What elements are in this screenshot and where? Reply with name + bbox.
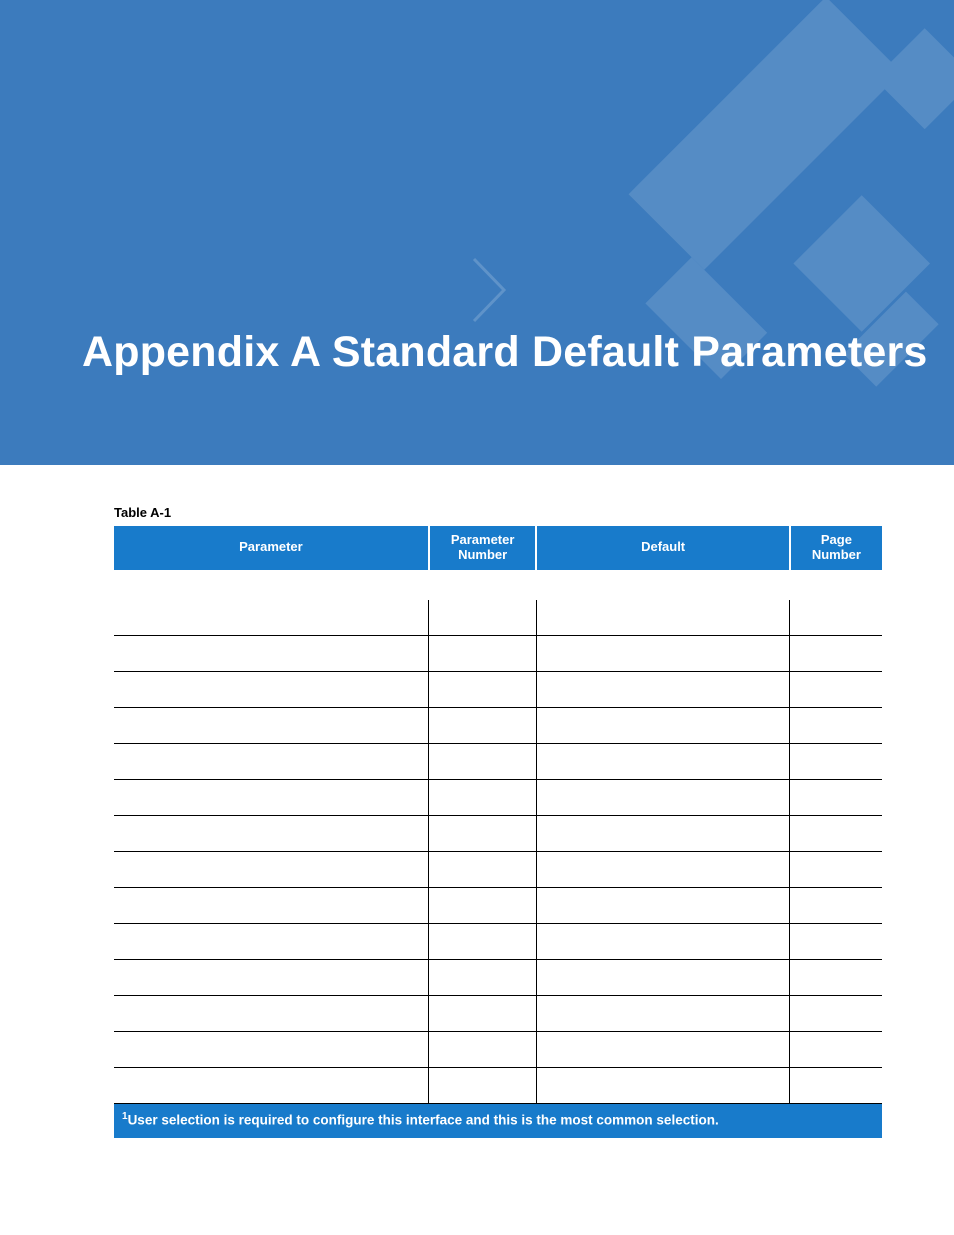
cell-default (536, 1068, 789, 1104)
cell-page (790, 744, 882, 780)
cell-number (429, 600, 537, 636)
col-header-page-number-l2: Number (812, 547, 861, 562)
cell-parameter (114, 672, 429, 708)
cell-number (429, 1068, 537, 1104)
cell-number (429, 672, 537, 708)
table-row (114, 924, 882, 960)
cell-parameter (114, 816, 429, 852)
cell-number (429, 780, 537, 816)
cell-parameter (114, 708, 429, 744)
cell-page (790, 600, 882, 636)
cell-page (790, 1032, 882, 1068)
cell-default (536, 600, 789, 636)
cell-default (536, 708, 789, 744)
cell-page (790, 672, 882, 708)
header-band: Appendix A Standard Default Parameters (0, 0, 954, 465)
cell-parameter (114, 1068, 429, 1104)
table-row (114, 996, 882, 1032)
cell-page (790, 816, 882, 852)
table-row (114, 888, 882, 924)
cell-default (536, 672, 789, 708)
cell-number (429, 708, 537, 744)
cell-default (536, 924, 789, 960)
cell-default (536, 996, 789, 1032)
col-header-page-number-l1: Page (821, 532, 852, 547)
table-row (114, 1032, 882, 1068)
cell-number (429, 852, 537, 888)
table-row (114, 600, 882, 636)
cell-default (536, 744, 789, 780)
table-row (114, 708, 882, 744)
cell-parameter (114, 744, 429, 780)
table-section-row (114, 570, 882, 600)
cell-parameter (114, 888, 429, 924)
col-header-page-number: Page Number (790, 526, 882, 570)
table-row (114, 960, 882, 996)
page-title: Appendix A Standard Default Parameters (82, 328, 928, 377)
table-row (114, 852, 882, 888)
chevron-right-icon (470, 255, 510, 325)
cell-parameter (114, 852, 429, 888)
cell-page (790, 1068, 882, 1104)
cell-number (429, 960, 537, 996)
cell-number (429, 744, 537, 780)
cell-page (790, 636, 882, 672)
cell-number (429, 816, 537, 852)
cell-page (790, 780, 882, 816)
table-row (114, 744, 882, 780)
cell-number (429, 1032, 537, 1068)
cell-parameter (114, 924, 429, 960)
cell-page (790, 888, 882, 924)
col-header-default: Default (536, 526, 789, 570)
cell-parameter (114, 1032, 429, 1068)
cell-default (536, 960, 789, 996)
col-header-parameter-number-l1: Parameter (451, 532, 515, 547)
table-row (114, 1068, 882, 1104)
footnote-text: User selection is required to configure … (128, 1113, 719, 1128)
cell-number (429, 636, 537, 672)
cell-parameter (114, 780, 429, 816)
cell-default (536, 636, 789, 672)
table-footnote: 1User selection is required to configure… (114, 1104, 882, 1137)
col-header-parameter-number: Parameter Number (429, 526, 537, 570)
table-row (114, 780, 882, 816)
cell-default (536, 1032, 789, 1068)
cell-number (429, 888, 537, 924)
cell-number (429, 996, 537, 1032)
content-area: Table A-1 Parameter Parameter Number Def… (0, 465, 954, 1138)
table-row (114, 816, 882, 852)
cell-default (536, 852, 789, 888)
table-row (114, 672, 882, 708)
col-header-parameter-number-l2: Number (458, 547, 507, 562)
table-row (114, 636, 882, 672)
parameters-table: Parameter Parameter Number Default Page … (114, 526, 882, 1104)
cell-parameter (114, 636, 429, 672)
cell-page (790, 708, 882, 744)
cell-default (536, 816, 789, 852)
cell-page (790, 852, 882, 888)
table-caption: Table A-1 (114, 505, 882, 520)
cell-parameter (114, 996, 429, 1032)
cell-page (790, 960, 882, 996)
cell-page (790, 924, 882, 960)
cell-parameter (114, 960, 429, 996)
col-header-parameter: Parameter (114, 526, 429, 570)
table-section-label (114, 570, 882, 600)
cell-default (536, 888, 789, 924)
cell-parameter (114, 600, 429, 636)
cell-page (790, 996, 882, 1032)
cell-number (429, 924, 537, 960)
cell-default (536, 780, 789, 816)
